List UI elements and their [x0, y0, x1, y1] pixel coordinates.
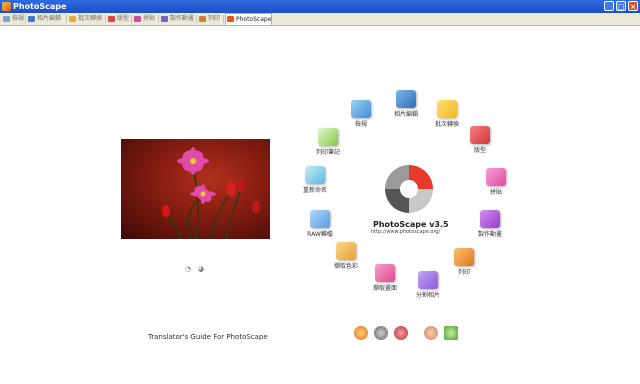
editor-icon — [396, 90, 416, 108]
tab-label: 製作動畫 — [170, 15, 195, 22]
combine-icon — [486, 168, 506, 186]
image-icon[interactable] — [444, 326, 458, 340]
menu-item-viewer[interactable]: 檢視 — [341, 100, 381, 128]
close-button[interactable]: × — [628, 1, 638, 11]
tab-label: 檢視 — [12, 15, 25, 22]
combine-tab-icon — [134, 16, 141, 22]
menu-label: 製作動畫 — [477, 231, 502, 238]
window-title: PhotoScape — [13, 2, 67, 11]
tab-label: PhotoScape — [236, 16, 272, 23]
flower-image — [162, 147, 260, 239]
menu-item-combine[interactable]: 拼貼 — [476, 168, 516, 196]
batch-editor-icon — [437, 100, 457, 118]
splitter-icon — [418, 271, 438, 289]
app-name-version: PhotoScape v3.5 — [373, 220, 449, 229]
menu-label: 重新命名 — [302, 187, 327, 194]
viewer-tab-icon — [3, 16, 10, 22]
menu-label: 擷取色彩 — [333, 263, 358, 270]
tab-print[interactable]: 列印 — [198, 14, 220, 24]
raw-converter-icon — [310, 210, 330, 228]
app-url[interactable]: http://www.photoscape.org/ — [371, 229, 440, 235]
next-photo-icon[interactable]: ◕ — [198, 265, 204, 273]
title-bar: PhotoScape _ □ × — [0, 0, 640, 13]
gif-tab-icon — [161, 16, 168, 22]
rename-icon — [305, 166, 325, 184]
tab-label: 列印 — [208, 15, 221, 22]
tab-separator — [223, 15, 224, 23]
screen-capture-icon — [375, 264, 395, 282]
face-search-icon[interactable] — [424, 326, 438, 340]
editor-tab-icon — [28, 16, 35, 22]
viewer-icon — [351, 100, 371, 118]
menu-label: 檢視 — [354, 121, 367, 128]
photoscape-logo-icon — [385, 165, 433, 213]
print-tab-icon — [199, 16, 206, 22]
menu-label: 擷取畫面 — [372, 285, 397, 292]
photoscape-tab-icon — [227, 16, 234, 22]
help-icon[interactable] — [354, 326, 368, 340]
tab-combine[interactable]: 拼貼 — [133, 14, 155, 24]
tab-photoscape[interactable]: PhotoScape — [225, 13, 273, 25]
translator-guide-link[interactable]: Translator's Guide For PhotoScape — [148, 333, 268, 341]
tab-page[interactable]: 版型 — [107, 14, 129, 24]
prev-photo-icon[interactable]: ◔ — [185, 265, 191, 273]
menu-item-animated-gif[interactable]: 製作動畫 — [470, 210, 510, 238]
menu-label: 相片編輯 — [393, 111, 418, 118]
menu-item-editor[interactable]: 相片編輯 — [386, 90, 426, 118]
animated-gif-icon — [480, 210, 500, 228]
tab-separator — [105, 15, 106, 23]
tab-label: 相片編輯 — [37, 15, 62, 22]
menu-item-batch-editor[interactable]: 批次轉換 — [427, 100, 467, 128]
batch-tab-icon — [69, 16, 76, 22]
page-tab-icon — [108, 16, 115, 22]
tab-separator — [196, 15, 197, 23]
menu-item-print[interactable]: 列印 — [444, 248, 484, 276]
paper-print-icon — [318, 128, 338, 146]
tab-separator — [66, 15, 67, 23]
menu-item-paper-print[interactable]: 列印筆記 — [308, 128, 348, 156]
tab-bar: 檢視 相片編輯 批次轉換 版型 拼貼 製作動畫 列印 PhotoScape — [0, 13, 640, 26]
menu-label: RAW轉檔 — [307, 231, 333, 238]
maximize-button[interactable]: □ — [616, 1, 626, 11]
tab-batch[interactable]: 批次轉換 — [68, 14, 102, 24]
menu-label: 拼貼 — [489, 189, 502, 196]
menu-item-raw-converter[interactable]: RAW轉檔 — [300, 210, 340, 238]
tab-editor[interactable]: 相片編輯 — [27, 14, 61, 24]
menu-item-rename[interactable]: 重新命名 — [295, 166, 335, 194]
tab-separator — [131, 15, 132, 23]
tab-animated-gif[interactable]: 製作動畫 — [160, 14, 194, 24]
tab-viewer[interactable]: 檢視 — [2, 14, 24, 24]
photoscape-app-icon — [2, 2, 11, 11]
menu-label: 列印筆記 — [315, 149, 340, 156]
tools-icon[interactable] — [374, 326, 388, 340]
menu-label: 分割相片 — [415, 292, 440, 299]
minimize-button[interactable]: _ — [604, 1, 614, 11]
tab-separator — [25, 15, 26, 23]
people-icon[interactable] — [394, 326, 408, 340]
tab-label: 拼貼 — [143, 15, 156, 22]
page-icon — [470, 126, 490, 144]
tab-separator — [158, 15, 159, 23]
color-picker-icon — [336, 242, 356, 260]
menu-item-color-picker[interactable]: 擷取色彩 — [326, 242, 366, 270]
sample-photo — [121, 139, 270, 239]
menu-item-splitter[interactable]: 分割相片 — [408, 271, 448, 299]
tab-label: 批次轉換 — [78, 15, 103, 22]
menu-item-screen-capture[interactable]: 擷取畫面 — [365, 264, 405, 292]
tab-label: 版型 — [117, 15, 130, 22]
print-icon — [454, 248, 474, 266]
menu-label: 版型 — [473, 147, 486, 154]
menu-item-page[interactable]: 版型 — [460, 126, 500, 154]
menu-label: 列印 — [457, 269, 470, 276]
